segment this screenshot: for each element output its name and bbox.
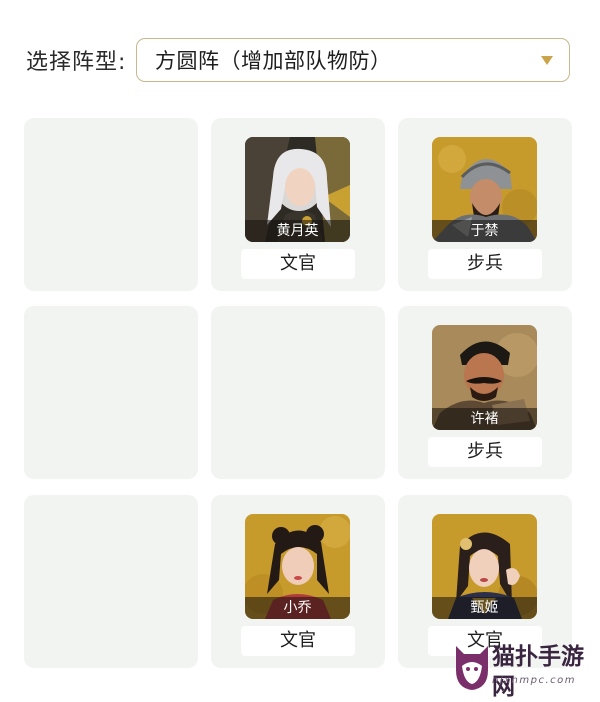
role-badge: 步兵 — [428, 437, 542, 467]
hero-name-label: 许褚 — [432, 408, 537, 430]
cat-logo-icon — [456, 646, 488, 690]
hero-portrait-xu-chu[interactable]: 许褚 — [432, 325, 537, 430]
watermark-subtitle: njxhmpc.com — [492, 675, 576, 686]
hero-name-label: 小乔 — [245, 597, 350, 619]
formation-slot-6[interactable]: 许褚 步兵 — [398, 306, 572, 479]
formation-slot-4[interactable] — [24, 306, 198, 479]
formation-slot-1[interactable] — [24, 118, 198, 291]
formation-slot-8[interactable]: 小乔 文官 — [211, 495, 385, 668]
formation-dropdown[interactable]: 方圆阵（增加部队物防） — [136, 38, 570, 82]
role-badge: 步兵 — [428, 249, 542, 279]
role-badge: 文官 — [241, 249, 355, 279]
formation-header: 选择阵型: 方圆阵（增加部队物防） — [0, 0, 600, 110]
hero-portrait-zhen-ji[interactable]: 甄姬 — [432, 514, 537, 619]
role-badge: 文官 — [241, 626, 355, 656]
formation-slot-3[interactable]: 于禁 步兵 — [398, 118, 572, 291]
hero-name-label: 于禁 — [432, 220, 537, 242]
formation-slot-5[interactable] — [211, 306, 385, 479]
hero-portrait-huang-yueying[interactable]: 黄月英 — [245, 137, 350, 242]
hero-portrait-xiao-qiao[interactable]: 小乔 — [245, 514, 350, 619]
watermark-title: 猫扑手游网 — [492, 644, 584, 700]
hero-portrait-yu-jin[interactable]: 于禁 — [432, 137, 537, 242]
formation-selected-value: 方圆阵（增加部队物防） — [155, 49, 392, 73]
hero-name-label: 黄月英 — [245, 220, 350, 242]
formation-slot-7[interactable] — [24, 495, 198, 668]
hero-name-label: 甄姬 — [432, 597, 537, 619]
formation-label: 选择阵型: — [26, 50, 127, 75]
chevron-down-icon[interactable] — [541, 56, 553, 65]
site-watermark: 猫扑手游网 njxhmpc.com — [452, 636, 600, 700]
formation-slot-2[interactable]: 黄月英 文官 — [211, 118, 385, 291]
